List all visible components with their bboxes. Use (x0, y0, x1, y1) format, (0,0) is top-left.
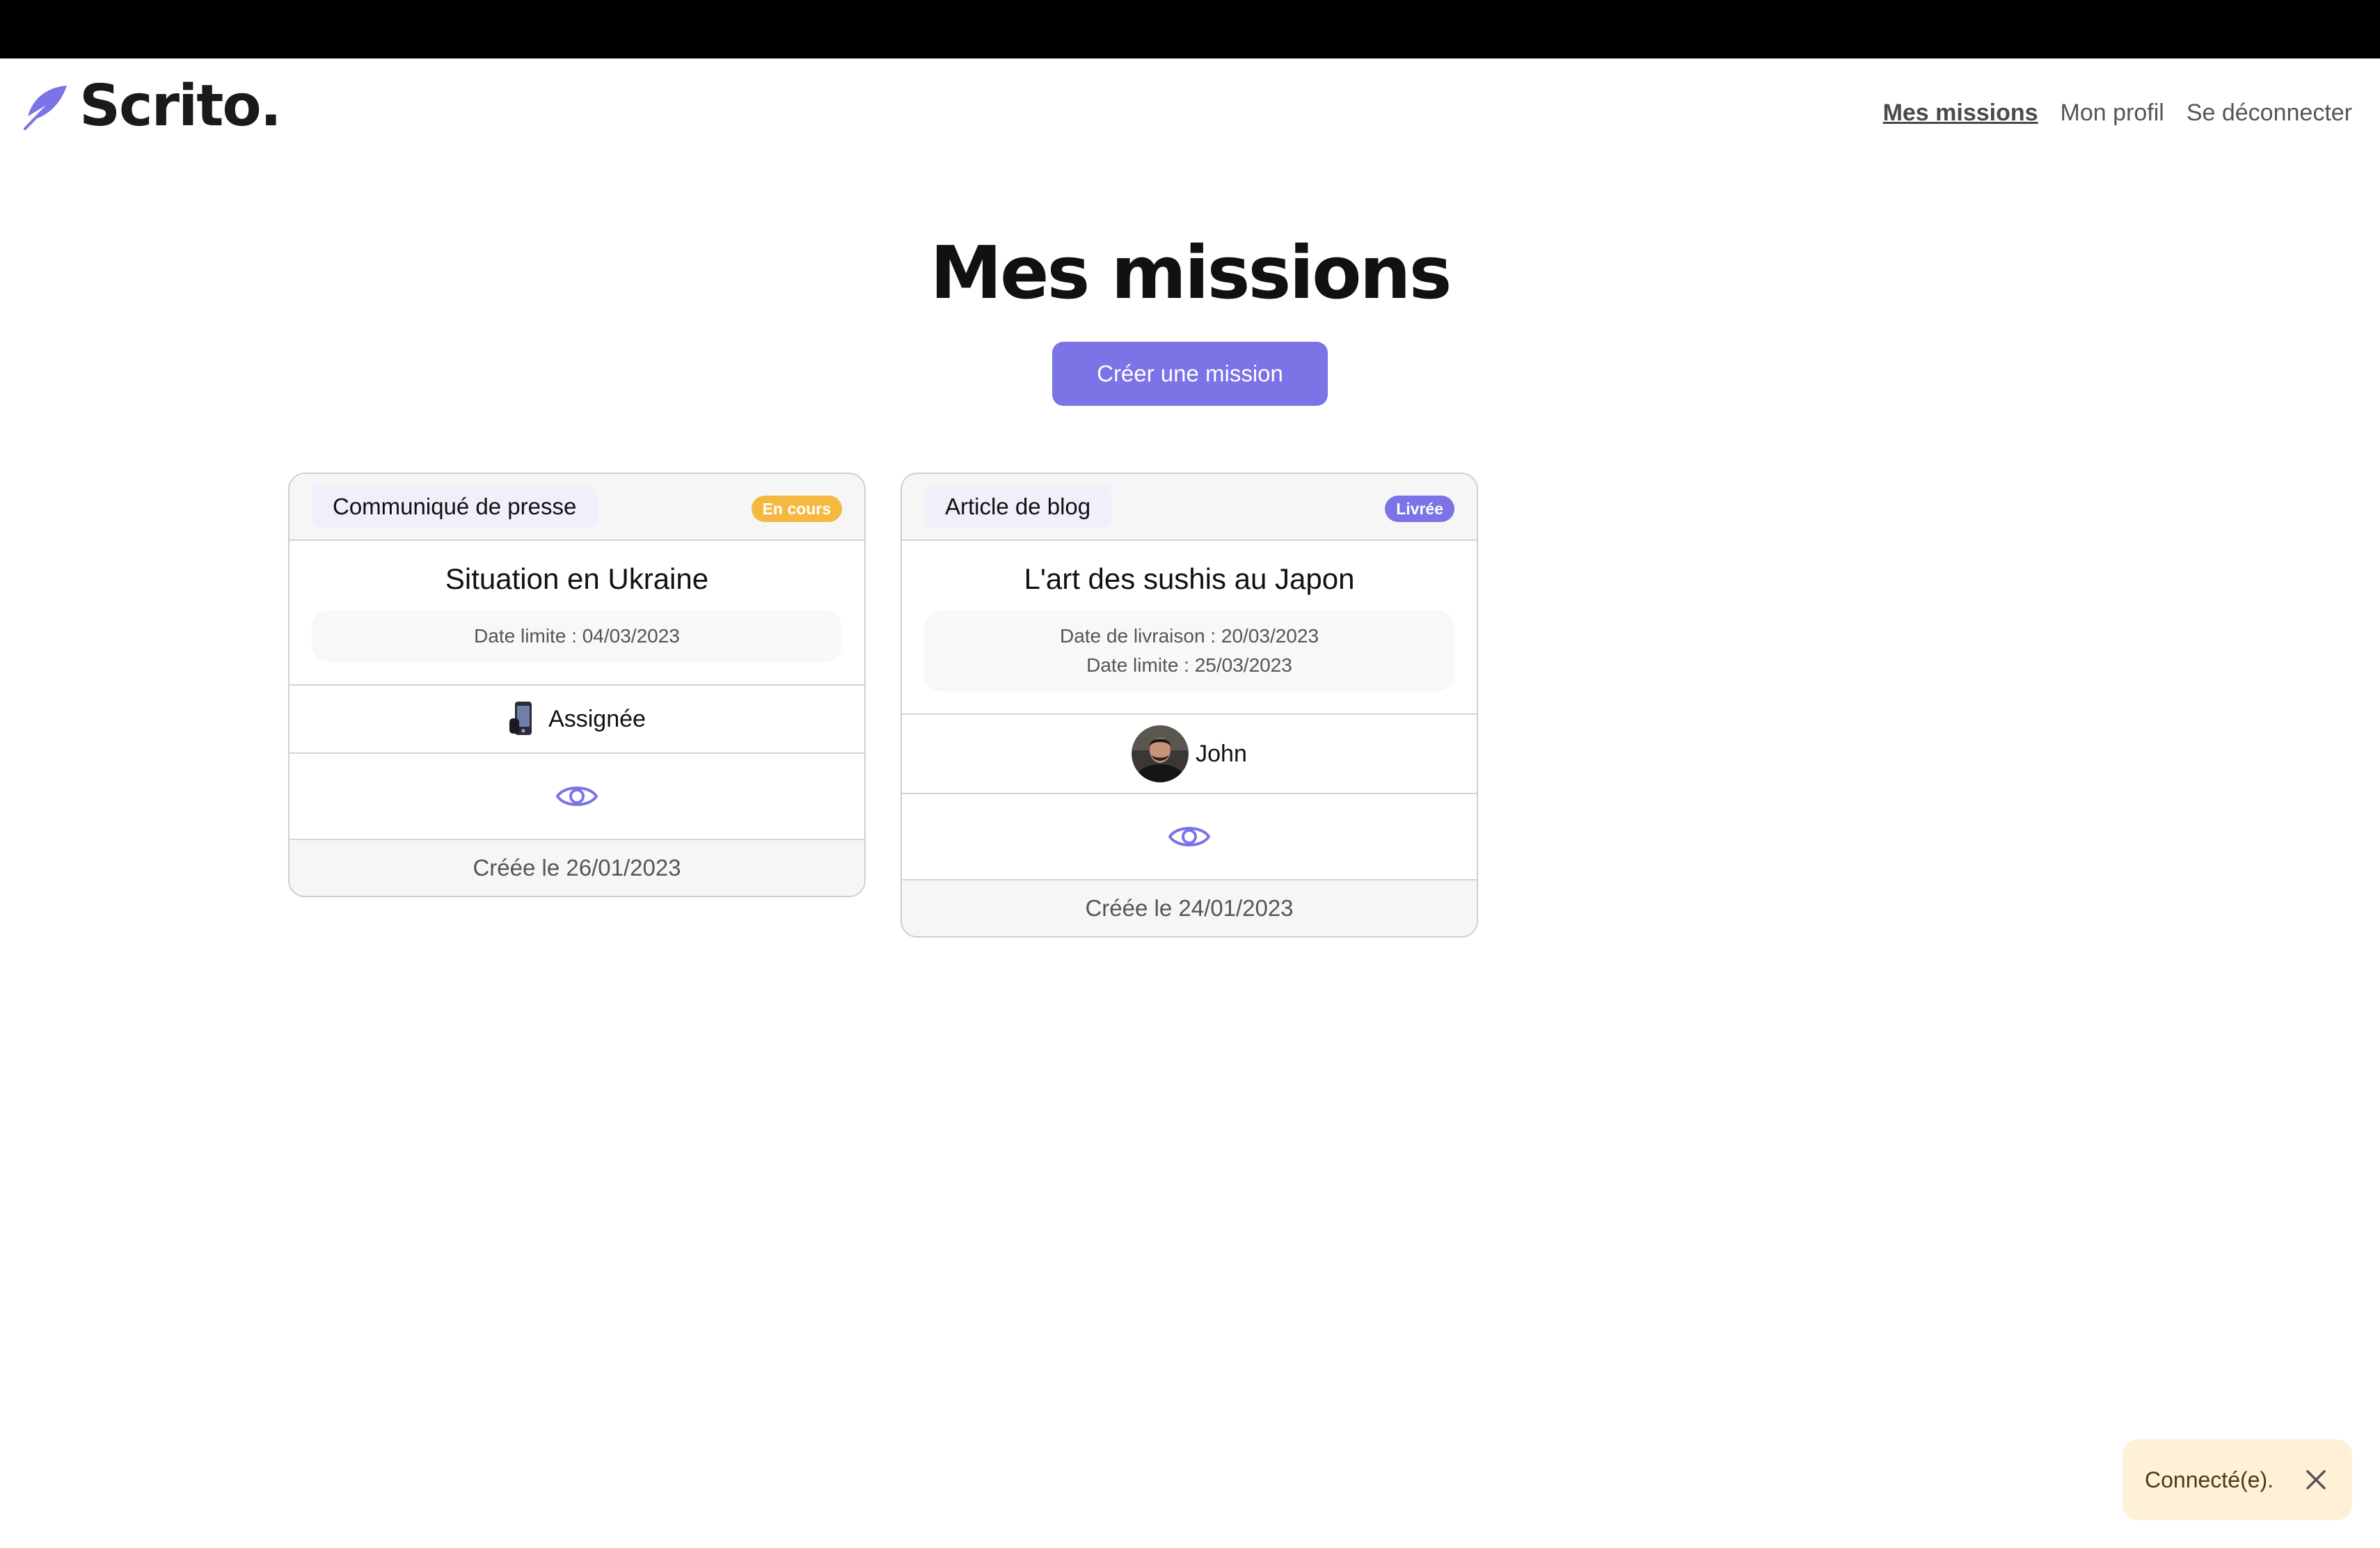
status-badge: En cours (751, 496, 842, 522)
mobile-phone-icon (509, 702, 532, 736)
avatar (1132, 725, 1189, 783)
page-title: Mes missions (930, 230, 1452, 315)
mission-type-tag: Article de blog (924, 485, 1112, 528)
delivery-date: Date de livraison : 20/03/2023 (1059, 625, 1319, 647)
brand[interactable]: Scrito. (21, 73, 282, 139)
assignee-status: Assignée (548, 705, 646, 732)
eye-icon[interactable] (1167, 814, 1212, 859)
nav-links: Mes missions Mon profil Se déconnecter (1883, 99, 2352, 127)
mission-card: Article de blog Livrée L'art des sushis … (901, 473, 1478, 938)
close-icon[interactable] (2302, 1466, 2330, 1494)
navbar: Scrito. Mes missions Mon profil Se décon… (0, 58, 2380, 163)
card-assignee: Assignée (289, 686, 864, 755)
mission-type-tag: Communiqué de presse (312, 485, 598, 528)
mission-dates: Date de livraison : 20/03/2023 Date limi… (924, 610, 1454, 692)
feather-icon (24, 86, 67, 130)
toast-message: Connecté(e). (2145, 1467, 2274, 1492)
card-header: Communiqué de presse En cours (289, 474, 864, 541)
card-view (289, 754, 864, 841)
card-footer: Créée le 24/01/2023 (902, 880, 1477, 937)
nav-link-mes-missions[interactable]: Mes missions (1883, 99, 2038, 127)
deadline-date: Date limite : 04/03/2023 (474, 625, 680, 647)
top-bar (0, 0, 2380, 58)
mission-card: Communiqué de presse En cours Situation … (288, 473, 866, 898)
eye-icon[interactable] (555, 774, 599, 819)
create-mission-button[interactable]: Créer une mission (1052, 342, 1328, 406)
card-footer: Créée le 26/01/2023 (289, 840, 864, 897)
card-header: Article de blog Livrée (902, 474, 1477, 541)
nav-link-se-deconnecter[interactable]: Se déconnecter (2187, 99, 2352, 127)
card-assignee: John (902, 715, 1477, 795)
card-body: Situation en Ukraine Date limite : 04/03… (289, 541, 864, 686)
mission-dates: Date limite : 04/03/2023 (312, 610, 842, 663)
toast-notification: Connecté(e). (2123, 1439, 2352, 1520)
mission-title: Situation en Ukraine (445, 562, 709, 595)
brand-name: Scrito. (79, 73, 282, 139)
card-body: L'art des sushis au Japon Date de livrai… (902, 541, 1477, 716)
status-badge: Livrée (1385, 496, 1454, 522)
mission-title: L'art des sushis au Japon (1024, 562, 1355, 595)
nav-link-mon-profil[interactable]: Mon profil (2061, 99, 2164, 127)
card-view (902, 794, 1477, 881)
deadline-date: Date limite : 25/03/2023 (1086, 654, 1292, 677)
assignee-name: John (1196, 740, 1247, 767)
